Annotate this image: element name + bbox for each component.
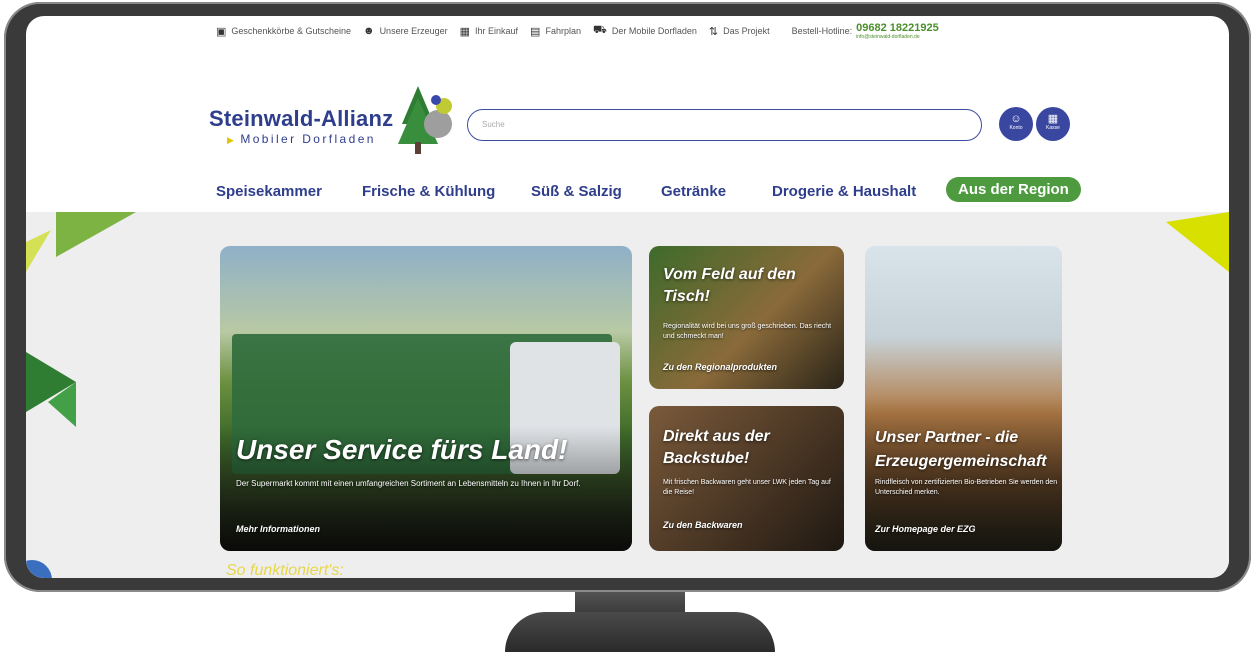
top-link-label: Das Projekt (723, 26, 770, 36)
top-link-dorfladen[interactable]: ⛟ Der Mobile Dorfladen (593, 24, 697, 38)
cart-button-label: Kasse (1046, 125, 1060, 131)
regional-card[interactable]: Vom Feld auf den Tisch! Regionalität wir… (649, 246, 844, 389)
hotline-number[interactable]: 09682 18221925 (856, 22, 939, 34)
basket-icon: ▦ (1047, 113, 1059, 125)
nav-item-frische[interactable]: Frische & Kühlung (362, 183, 495, 200)
monitor-stand-base (505, 612, 775, 652)
top-link-label: Unsere Erzeuger (379, 26, 448, 36)
hero-section: Unser Service fürs Land! Der Supermarkt … (26, 212, 1229, 578)
partner-card[interactable]: Unser Partner - die Erzeugergemeinschaft… (865, 246, 1062, 551)
hotline-label: Bestell-Hotline: (791, 26, 853, 36)
basket-icon: ▦ (459, 25, 471, 38)
service-card-text: Der Supermarkt kommt mit einen umfangrei… (236, 479, 581, 488)
account-button-label: Konto (1009, 125, 1023, 131)
logo-title: Steinwald-Allianz (209, 106, 394, 131)
nav-item-getraenke[interactable]: Getränke (661, 183, 726, 200)
handshake-icon: ⇅ (708, 25, 719, 38)
cart-button[interactable]: ▦ Kasse (1036, 107, 1070, 141)
website-screen: ▣ Geschenkkörbe & Gutscheine ☻ Unsere Er… (26, 16, 1229, 578)
top-link-fahrplan[interactable]: ▤ Fahrplan (530, 25, 581, 38)
service-card-title: Unser Service fürs Land! (236, 434, 568, 465)
people-icon: ☻ (362, 25, 375, 37)
top-link-label: Fahrplan (545, 26, 581, 36)
partner-card-link[interactable]: Zur Homepage der EZG (875, 524, 976, 534)
regional-card-title: Vom Feld auf den Tisch! (663, 266, 796, 305)
hotline-contact: 09682 18221925 info@steinwald-dorfladen.… (856, 22, 939, 40)
gift-basket-icon: ▣ (216, 25, 227, 38)
logo-tree-icon (398, 86, 452, 154)
hotline: Bestell-Hotline: 09682 18221925 info@ste… (791, 22, 939, 40)
service-card-link[interactable]: Mehr Informationen (236, 524, 320, 534)
decorative-triangle-right (1166, 212, 1229, 272)
logo-subtitle-text: Mobiler Dorfladen (240, 132, 376, 146)
logo-subtitle: ▶ Mobiler Dorfladen (227, 132, 393, 146)
monitor-frame: ▣ Geschenkkörbe & Gutscheine ☻ Unsere Er… (4, 2, 1251, 592)
partner-card-title: Unser Partner - die Erzeugergemeinschaft (875, 429, 1047, 470)
top-link-erzeuger[interactable]: ☻ Unsere Erzeuger (363, 25, 448, 37)
bakery-card-title: Direkt aus der Backstube! (663, 428, 770, 467)
regional-card-text: Regionalität wird bei uns groß geschrieb… (663, 323, 832, 340)
top-link-label: Der Mobile Dorfladen (611, 26, 697, 36)
top-link-projekt[interactable]: ⇅ Das Projekt (709, 25, 770, 38)
decorative-triangles-left (26, 212, 136, 427)
regional-card-link[interactable]: Zu den Regionalprodukten (663, 362, 777, 372)
nav-item-region[interactable]: Aus der Region (946, 177, 1081, 202)
top-link-label: Ihr Einkauf (475, 26, 519, 36)
schedule-icon: ▤ (530, 25, 541, 38)
top-link-einkauf[interactable]: ▦ Ihr Einkauf (460, 25, 518, 38)
partner-card-text: Rindfleisch von zertifizierten Bio-Betri… (875, 479, 1058, 496)
top-bar: ▣ Geschenkkörbe & Gutscheine ☻ Unsere Er… (26, 16, 1229, 46)
top-link-geschenke[interactable]: ▣ Geschenkkörbe & Gutscheine (216, 25, 351, 38)
nav-item-suess-salzig[interactable]: Süß & Salzig (531, 183, 622, 200)
top-links: ▣ Geschenkkörbe & Gutscheine ☻ Unsere Er… (216, 22, 939, 40)
truck-icon: ⛟ (592, 24, 607, 36)
triangle-icon: ▶ (227, 135, 237, 145)
nav-item-speisekammer[interactable]: Speisekammer (216, 183, 322, 200)
how-it-works-heading: So funktioniert's: (226, 562, 344, 578)
nav-item-drogerie[interactable]: Drogerie & Haushalt (772, 183, 916, 200)
service-card[interactable]: Unser Service fürs Land! Der Supermarkt … (220, 246, 632, 551)
bakery-card-text: Mit frischen Backwaren geht unser LWK je… (663, 479, 831, 496)
account-button[interactable]: ☺ Konto (999, 107, 1033, 141)
bakery-card[interactable]: Direkt aus der Backstube! Mit frischen B… (649, 406, 844, 551)
top-link-label: Geschenkkörbe & Gutscheine (231, 26, 351, 36)
site-logo[interactable]: Steinwald-Allianz ▶ Mobiler Dorfladen (209, 106, 393, 146)
user-icon: ☺ (1010, 113, 1022, 125)
search-input[interactable]: Suche (467, 109, 982, 141)
bakery-card-link[interactable]: Zu den Backwaren (663, 520, 743, 530)
hotline-email[interactable]: info@steinwald-dorfladen.de (856, 34, 939, 40)
